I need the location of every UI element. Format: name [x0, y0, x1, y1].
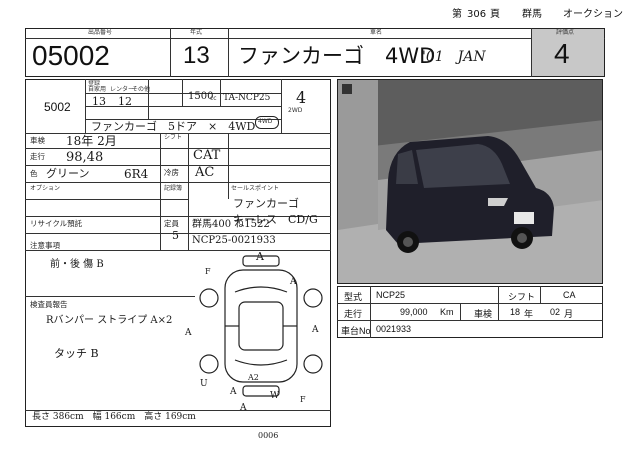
notes-hand: 前・後 傷 B [50, 259, 104, 270]
mileage-value: 98,48 [66, 150, 104, 165]
inspector-line-1: Rバンパー ストライプ A×2 [46, 315, 173, 326]
diagram-mark-11: F [300, 395, 306, 404]
ac-label: 冷房 [164, 168, 179, 177]
reg-year: 13 [92, 95, 106, 108]
inspector-label: 検査員報告 [30, 300, 68, 309]
color-label: 色 [30, 169, 38, 178]
reg-label-2: レンター [110, 86, 135, 93]
page-suffix: 頁 [490, 9, 500, 20]
inspector-line-2: タッチ B [54, 347, 99, 360]
region-label: 群馬 [522, 9, 542, 20]
reg-label-1: 自家用 [88, 86, 107, 93]
spec-chassis-label: 車台No [341, 326, 371, 336]
color-code: 6R4 [124, 167, 149, 181]
dimensions: 長さ 386cm 幅 166cm 高さ 169cm [32, 412, 196, 422]
spec-inspect-month-unit: 月 [564, 309, 574, 319]
shift-label: シフト [164, 134, 183, 141]
spec-shift-value: CA [563, 290, 576, 300]
model-code: TA-NCP25 [223, 93, 271, 103]
spec-inspect-year: 18 [510, 307, 521, 317]
model-name: ファンカーゴ 4WD [238, 44, 436, 68]
lot-label: 出品番号 [88, 29, 113, 36]
capacity-label: 定員 [164, 219, 179, 228]
lot-number: 05002 [32, 40, 110, 71]
diagram-mark-9: A2 [248, 373, 259, 382]
spec-inspect-label: 車検 [474, 309, 493, 319]
color-value: グリーン [46, 167, 90, 180]
diagram-mark-3: A [312, 325, 319, 335]
spec-mileage-label: 走行 [344, 309, 363, 319]
diagram-mark-5: A [240, 403, 247, 413]
spec-type-label: 型式 [344, 292, 363, 302]
diagram-mark-1: A [256, 250, 264, 263]
model-label: 車名 [370, 29, 383, 36]
vehicle-photo [337, 79, 603, 284]
diagram-mark-7: U [200, 379, 208, 389]
diagram-mark-2: A [185, 328, 192, 338]
diagram-mark-6: A [290, 277, 297, 287]
spec-mileage-value: 99,000 [400, 307, 428, 317]
capacity-value: 5 [172, 229, 179, 242]
spec-type-value: NCP25 [376, 290, 406, 300]
plate-value: 群馬400 ね1522 [192, 219, 270, 230]
lot-small: 5002 [44, 100, 71, 114]
page-number: 306 [467, 9, 487, 20]
spec-mileage-unit: Km [440, 307, 454, 317]
record-label: 記録簿 [164, 185, 183, 192]
drive-2wd: 2WD [288, 107, 303, 114]
recycle-label: リサイクル預託 [30, 219, 83, 228]
displacement-unit: cc [210, 95, 217, 102]
inspection-label: 車検 [30, 136, 45, 145]
grade-value: 4 [554, 38, 570, 69]
mileage-label: 走行 [30, 152, 45, 161]
page-prefix: 第 [452, 9, 462, 20]
reg-label-3: その他 [132, 86, 151, 93]
year-label: 年式 [190, 29, 203, 36]
spec-inspect-year-unit: 年 [524, 309, 534, 319]
sales-point-line-1: ファンカーゴ [233, 197, 299, 210]
option-label: オプション [30, 185, 61, 192]
shift-value: CAT [193, 148, 221, 163]
grade-circle: 4 [296, 88, 307, 107]
notes-label: 注意事項 [30, 241, 60, 250]
serial-value: NCP25-0021933 [192, 235, 276, 246]
model-year: 13 [183, 42, 210, 69]
grade-label: 評価点 [556, 29, 575, 36]
spec-shift-label: シフト [508, 292, 536, 302]
diagram-mark-10: F [205, 267, 211, 276]
spec-inspect-month: 02 [550, 307, 561, 317]
auction-label: オークション [563, 9, 623, 20]
diagram-mark-4: A [230, 387, 237, 397]
diagram-mark-8: W [270, 391, 280, 401]
vehicle-photo-art [338, 80, 602, 283]
bottom-code: 0006 [258, 431, 279, 440]
reg-month: 12 [118, 95, 132, 108]
sales-point-label: セールスポイント [231, 185, 280, 192]
spec-chassis-value: 0021933 [376, 324, 412, 334]
car-name-hand: ファンカーゴ 5ドア × 4WD [91, 120, 256, 133]
ac-value: AC [195, 165, 215, 180]
drive-4wd: 4WD [258, 118, 273, 125]
model-note: '01 JAN [422, 49, 486, 65]
inspection-value: 18年 2月 [66, 134, 117, 148]
car-damage-diagram [199, 255, 323, 397]
